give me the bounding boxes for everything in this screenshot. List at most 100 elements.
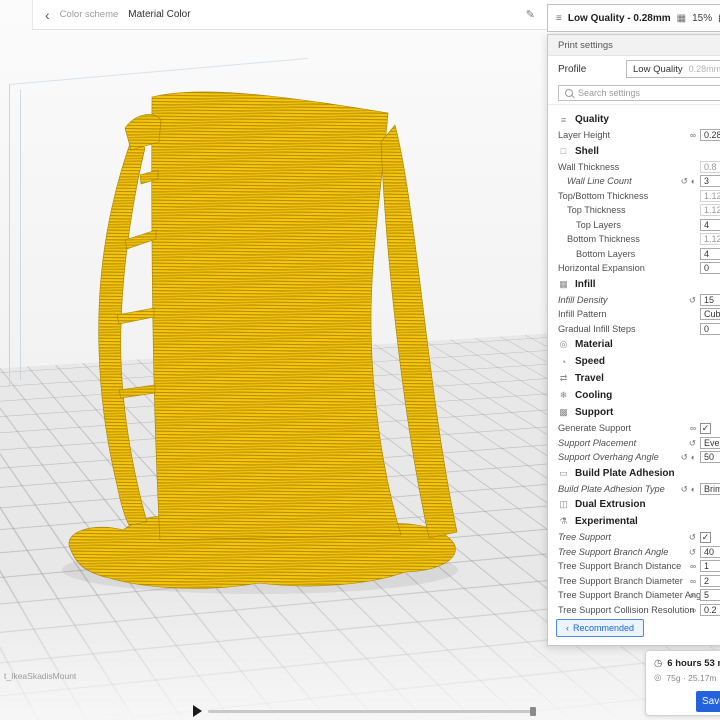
revert-icon[interactable]: ↺ (681, 484, 688, 494)
info-icon[interactable]: ◐ (691, 484, 696, 494)
setting-tree-support-collision-resolution[interactable]: Tree Support Collision Resolution ∞ 0.2 (548, 603, 720, 618)
category-build-plate-adhesion[interactable]: ▭ Build Plate Adhesion (548, 465, 720, 482)
save-button[interactable]: Save to File (696, 691, 720, 712)
recommended-button[interactable]: ‹ Recommended (556, 619, 645, 637)
category-label: Dual Extrusion (575, 499, 646, 510)
setting-tree-support-branch-diameter[interactable]: Tree Support Branch Diameter ∞ 2 (548, 574, 720, 589)
setting-value[interactable]: 50 (700, 451, 720, 464)
setting-value[interactable]: 3 (700, 175, 720, 188)
category-support[interactable]: ▩ Support (548, 404, 720, 421)
setting-top-layers[interactable]: Top Layers 4 (548, 218, 720, 233)
profile-row: Profile Low Quality 0.28mm ▾ (548, 56, 720, 82)
category-label: Infill (575, 278, 596, 290)
setting-value[interactable]: 15 (700, 293, 720, 306)
setting-value[interactable]: 5 (700, 589, 720, 602)
setting-label: Horizontal Expansion (558, 263, 645, 274)
setting-generate-support[interactable]: Generate Support ∞ ✓ (548, 421, 720, 436)
category-label: Cooling (575, 390, 613, 401)
setting-wall-line-count[interactable]: Wall Line Count ↺ ◐ 3 (548, 174, 720, 189)
info-icon[interactable]: ◐ (691, 177, 696, 186)
link-icon[interactable]: ∞ (690, 131, 696, 140)
setting-value[interactable]: 0 (700, 322, 720, 335)
setting-bottom-layers[interactable]: Bottom Layers 4 (548, 247, 720, 262)
setting-value[interactable]: 40 (700, 545, 720, 558)
search-input[interactable]: Search settings (558, 85, 720, 101)
setting-label: Wall Line Count (567, 176, 632, 187)
setting-support-placement[interactable]: Support Placement ↺ Everywhere (548, 436, 720, 451)
setting-value[interactable]: Brim (700, 482, 720, 495)
setting-tree-support-branch-diameter-angle[interactable]: Tree Support Branch Diameter Angle ∞ 5 (548, 588, 720, 603)
setting-label: Tree Support Branch Diameter Angle (558, 590, 709, 601)
setting-value[interactable]: Everywhere (700, 436, 720, 449)
setting-checkbox[interactable]: ✓ (700, 422, 711, 434)
link-icon[interactable]: ∞ (690, 562, 696, 571)
setting-horizontal-expansion[interactable]: Horizontal Expansion 0 (548, 261, 720, 276)
category-shell[interactable]: □ Shell (548, 143, 720, 160)
category-dual-extrusion[interactable]: ◫ Dual Extrusion (548, 496, 720, 513)
setting-value[interactable]: 0.28 (700, 129, 720, 142)
setting-value[interactable]: 0 (700, 262, 720, 275)
category-label: Material (575, 339, 613, 350)
print-settings-widget[interactable]: ≡ Low Quality - 0.28mm ▦ 15% ▩ ▴ (547, 4, 720, 32)
setting-icons: ∞ (690, 605, 696, 615)
setting-checkbox[interactable]: ✓ (700, 531, 711, 543)
back-chevron-icon[interactable]: ‹ (45, 8, 50, 22)
revert-icon[interactable]: ↺ (689, 295, 696, 305)
revert-icon[interactable]: ↺ (689, 547, 696, 557)
category-speed[interactable]: ◔ Speed (548, 353, 720, 370)
setting-tree-support[interactable]: Tree Support ↺ ✓ (548, 530, 720, 545)
category-cooling[interactable]: ❄ Cooling (548, 387, 720, 404)
category-travel[interactable]: ⇄ Travel (548, 370, 720, 387)
setting-label: Layer Height (558, 130, 611, 141)
setting-layer-height[interactable]: Layer Height ∞ 0.28 (548, 128, 720, 143)
setting-icons: ↺ ◐ (681, 177, 696, 186)
setting-label: Tree Support Branch Distance (558, 561, 682, 572)
link-icon[interactable]: ∞ (690, 576, 696, 586)
info-icon[interactable]: ◐ (691, 453, 696, 462)
link-icon[interactable]: ∞ (690, 424, 696, 433)
play-button[interactable] (193, 705, 202, 717)
category-infill[interactable]: ▦ Infill (548, 276, 720, 293)
setting-bottom-thickness[interactable]: Bottom Thickness 1.12 (548, 232, 720, 247)
setting-label: Bottom Thickness (567, 234, 640, 245)
edit-pencil-icon[interactable]: ✎ (526, 8, 535, 21)
setting-value[interactable]: 0.2 (700, 603, 720, 616)
timeline-handle[interactable] (530, 707, 536, 716)
category-label: Experimental (575, 516, 638, 527)
category-experimental[interactable]: ⚗ Experimental (548, 513, 720, 530)
setting-top-bottom-thickness[interactable]: Top/Bottom Thickness 1.12 (548, 189, 720, 204)
setting-value[interactable]: 1 (700, 560, 720, 573)
category-material[interactable]: ◎ Material (548, 336, 720, 353)
color-scheme-dropdown[interactable]: Material Color (128, 9, 190, 20)
setting-tree-support-branch-angle[interactable]: Tree Support Branch Angle ↺ 40 (548, 545, 720, 560)
setting-value[interactable]: 1.12 (700, 189, 720, 202)
setting-support-overhang-angle[interactable]: Support Overhang Angle ↺ ◐ 50 (548, 450, 720, 465)
revert-icon[interactable]: ↺ (689, 533, 696, 542)
setting-value[interactable]: 4 (700, 218, 720, 231)
setting-infill-density[interactable]: Infill Density ↺ 15 (548, 293, 720, 308)
revert-icon[interactable]: ↺ (681, 177, 688, 186)
link-icon[interactable]: ∞ (690, 591, 696, 600)
sliced-model-preview[interactable] (55, 80, 485, 610)
revert-icon[interactable]: ↺ (681, 453, 688, 462)
setting-value[interactable]: 1.12 (700, 204, 720, 217)
setting-wall-thickness[interactable]: Wall Thickness 0.8 (548, 160, 720, 175)
link-icon[interactable]: ∞ (690, 605, 696, 615)
simulation-timeline-slider[interactable] (208, 710, 536, 713)
setting-tree-support-branch-distance[interactable]: Tree Support Branch Distance ∞ 1 (548, 559, 720, 574)
setting-value[interactable]: Cubic (700, 308, 720, 321)
category-quality[interactable]: ≡ Quality (548, 111, 720, 128)
setting-value[interactable]: 0.8 (700, 160, 720, 173)
revert-icon[interactable]: ↺ (689, 438, 696, 448)
setting-value[interactable]: 2 (700, 574, 720, 587)
setting-gradual-infill-steps[interactable]: Gradual Infill Steps 0 (548, 322, 720, 337)
setting-label: Tree Support Collision Resolution (558, 604, 695, 615)
profile-dropdown[interactable]: Low Quality 0.28mm ▾ (626, 60, 720, 78)
setting-build-plate-adhesion-type[interactable]: Build Plate Adhesion Type ↺ ◐ Brim (548, 482, 720, 497)
setting-infill-pattern[interactable]: Infill Pattern Cubic (548, 307, 720, 322)
setting-value[interactable]: 4 (700, 247, 720, 260)
print-settings-panel: Print settings Profile Low Quality 0.28m… (547, 34, 720, 646)
setting-value[interactable]: 1.12 (700, 233, 720, 246)
setting-top-thickness[interactable]: Top Thickness 1.12 (548, 203, 720, 218)
category-label: Shell (575, 145, 599, 157)
